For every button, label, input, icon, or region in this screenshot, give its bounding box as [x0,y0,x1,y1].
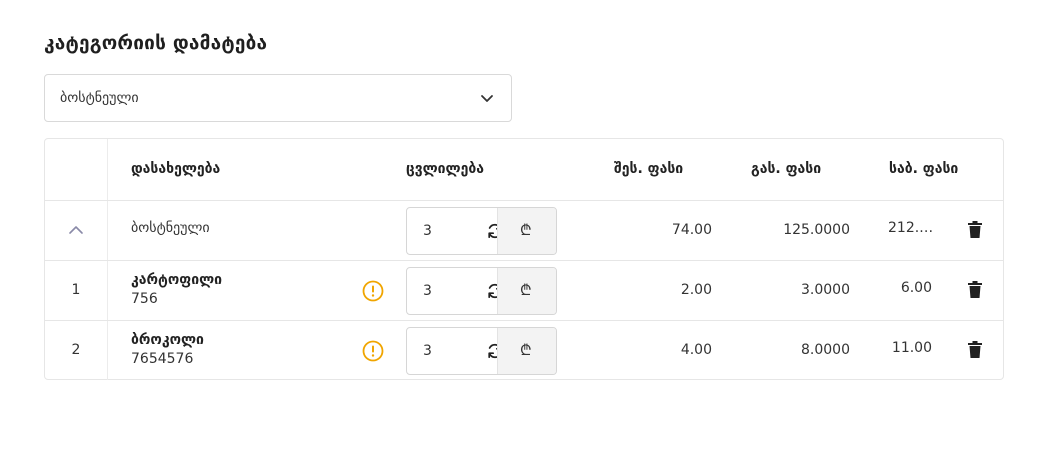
column-divider [107,321,108,380]
header-avg-price: საბ. ფასი [889,161,959,177]
header-change: ცვლილება [406,161,484,177]
table-row: 2 ბროკოლი 7654576 3 ₾ 4.00 8.0000 11.00 [45,320,1003,380]
table-row: 1 კარტოფილი 756 3 ₾ 2.00 3.0000 6.00 [45,260,1003,320]
chevron-up-icon[interactable] [67,223,85,237]
category-row-name: ბოსტნეული [131,220,210,236]
avg-price: 6.00 [900,280,932,296]
row-index: 2 [71,342,81,358]
quantity-field[interactable]: 3 ₾ [406,327,557,375]
header-buy-price: შეს. ფასი [614,161,684,177]
item-name-block: ბროკოლი 7654576 [131,331,204,369]
category-select-value: ბოსტნეული [60,90,139,106]
warning-icon[interactable] [362,280,384,302]
column-divider [107,201,108,260]
trash-icon[interactable] [967,341,983,359]
item-code: 7654576 [131,351,194,367]
quantity-field[interactable]: 3 ₾ [406,267,557,315]
warning-icon[interactable] [362,340,384,362]
currency-button[interactable]: ₾ [497,208,556,254]
item-name: კარტოფილი [131,272,223,288]
column-divider [107,261,108,320]
quantity-value[interactable]: 3 [423,343,432,359]
row-index: 1 [71,282,81,298]
page-title: კატეგორიის დამატება [44,32,268,54]
currency-button[interactable]: ₾ [497,268,556,314]
lari-icon: ₾ [520,281,532,299]
quantity-field[interactable]: 3 ₾ [406,207,557,255]
item-name-block: კარტოფილი 756 [131,271,222,309]
buy-price: 2.00 [680,282,712,298]
category-row: ბოსტნეული 3 ₾ 74.00 125.0000 212.50 [45,200,1003,260]
lari-icon: ₾ [520,341,532,359]
category-items-table: დასახელება ცვლილება შეს. ფასი გას. ფასი … [44,138,1004,380]
avg-price: 11.00 [891,340,932,356]
table-header-row: დასახელება ცვლილება შეს. ფასი გას. ფასი … [45,139,1003,200]
lari-icon: ₾ [520,221,532,239]
buy-price: 74.00 [671,222,712,238]
header-sell-price: გას. ფასი [751,161,822,177]
quantity-value[interactable]: 3 [423,283,432,299]
currency-button[interactable]: ₾ [497,328,556,374]
buy-price: 4.00 [680,342,712,358]
header-name: დასახელება [131,161,221,177]
avg-price: 212.50 [888,220,936,236]
quantity-value[interactable]: 3 [423,223,432,239]
trash-icon[interactable] [967,281,983,299]
column-divider [107,139,108,200]
sell-price: 3.0000 [801,282,850,298]
item-code: 756 [131,291,158,307]
category-select[interactable]: ბოსტნეული [44,74,512,122]
sell-price: 125.0000 [783,222,850,238]
trash-icon[interactable] [967,221,983,239]
chevron-down-icon [481,95,493,102]
sell-price: 8.0000 [801,342,850,358]
item-name: ბროკოლი [131,332,204,348]
